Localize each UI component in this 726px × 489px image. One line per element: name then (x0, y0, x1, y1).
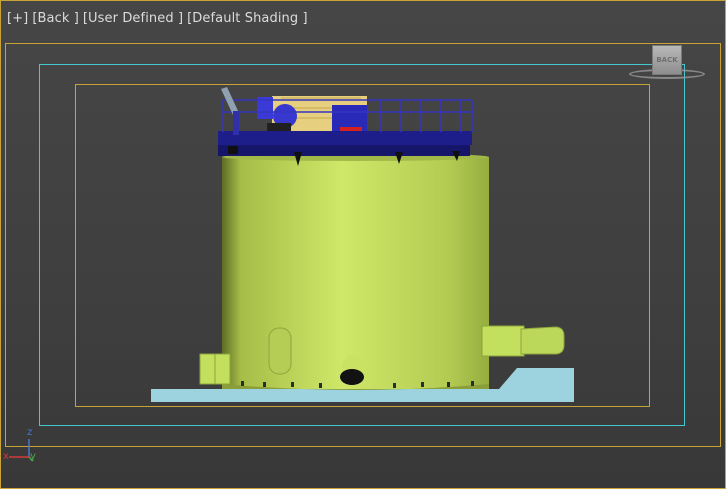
axis-tripod-icon: z y x (3, 427, 43, 467)
side-cabinet[interactable] (199, 353, 231, 385)
viewport-back[interactable]: [+] [Back ] [User Defined ] [Default Sha… (0, 0, 726, 489)
scene-geometry[interactable] (1, 1, 725, 488)
axis-y-label: y (30, 451, 36, 462)
viewcube-face-back[interactable]: BACK (652, 45, 682, 75)
axis-x-label: x (3, 451, 9, 462)
top-platform[interactable] (218, 87, 473, 166)
axis-z-label: z (27, 427, 33, 438)
viewcube-widget[interactable]: BACK (627, 43, 707, 83)
axis-tripod-graphic (9, 439, 34, 462)
tank-body[interactable] (222, 153, 489, 390)
inlet-duct[interactable] (481, 325, 565, 357)
